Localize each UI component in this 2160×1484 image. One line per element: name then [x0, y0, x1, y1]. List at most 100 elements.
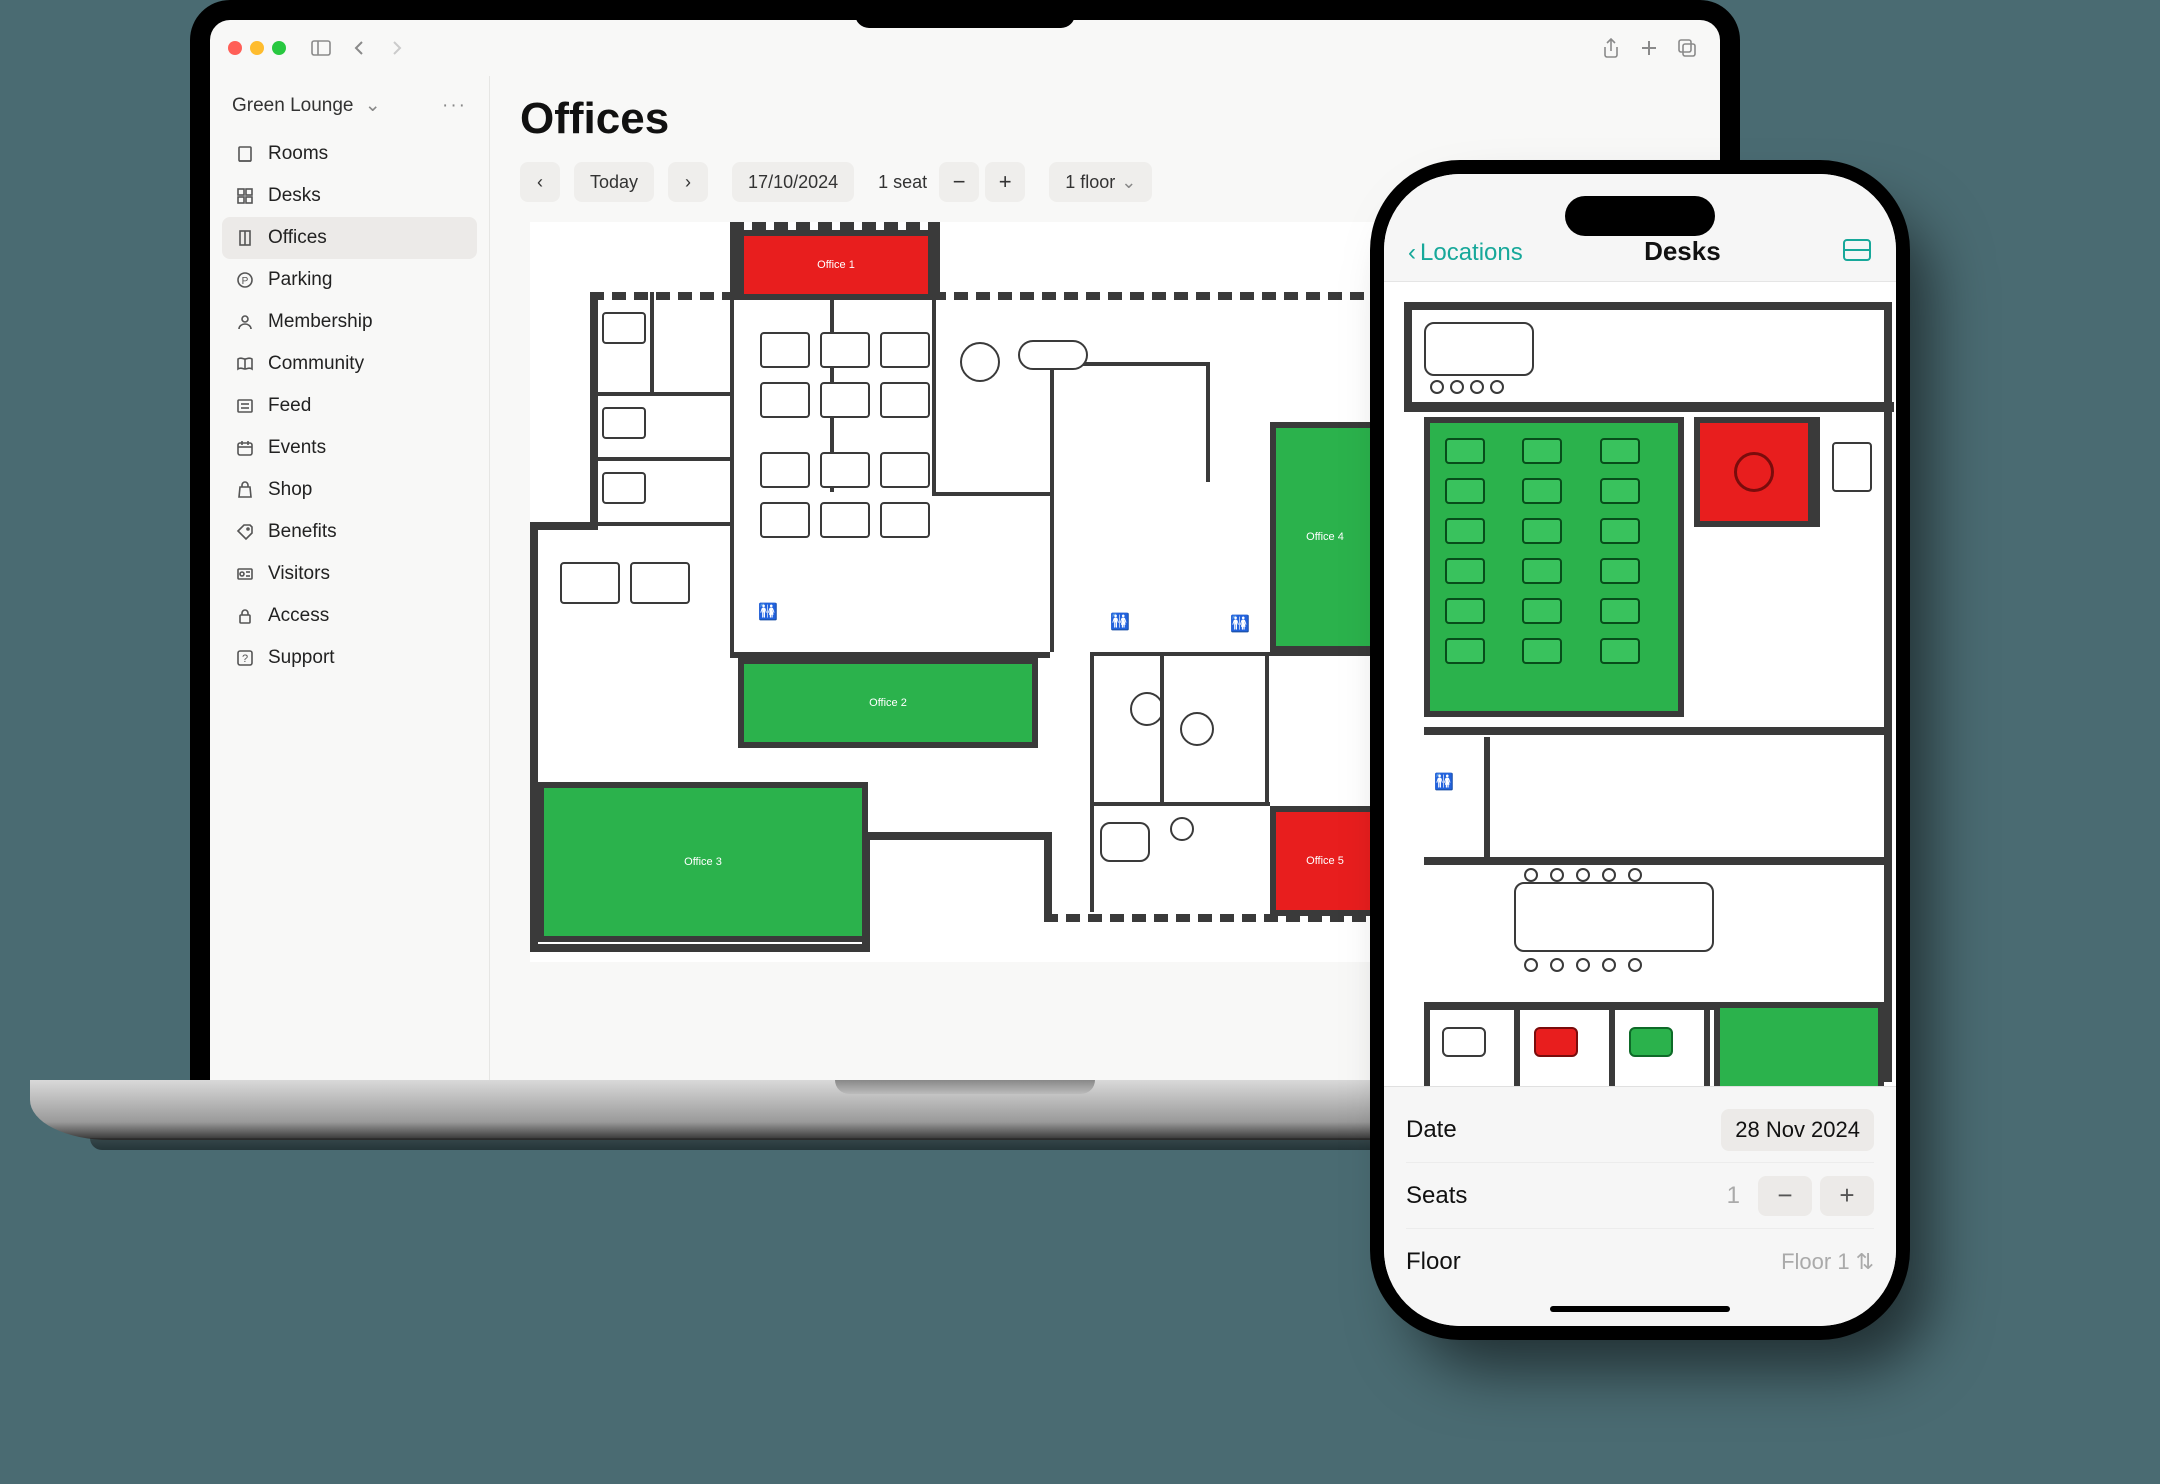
id-icon: [234, 563, 256, 585]
mobile-bottom-sheet: Date 28 Nov 2024 Seats 1 − + Floor Floor…: [1384, 1086, 1896, 1326]
copy-icon[interactable]: [1672, 33, 1702, 63]
office-label: Office 1: [817, 259, 855, 271]
office-1-zone[interactable]: Office 1: [738, 230, 934, 300]
traffic-lights[interactable]: [228, 41, 286, 55]
sidebar-item-feed[interactable]: Feed: [222, 385, 477, 427]
sidebar-item-visitors[interactable]: Visitors: [222, 553, 477, 595]
sidebar-item-offices[interactable]: Offices: [222, 217, 477, 259]
back-label: Locations: [1420, 239, 1523, 267]
book-icon: [234, 353, 256, 375]
seats-value: 1: [1727, 1182, 1740, 1210]
bag-icon: [234, 479, 256, 501]
dynamic-island: [1565, 196, 1715, 236]
nav-forward-icon[interactable]: [382, 33, 412, 63]
sidebar-item-label: Shop: [268, 479, 312, 501]
location-picker[interactable]: Green Lounge ⌄ ···: [222, 86, 477, 125]
window-titlebar: [210, 20, 1720, 76]
sidebar-item-label: Rooms: [268, 143, 328, 165]
seats-minus-button[interactable]: −: [1758, 1176, 1812, 1216]
row-floor[interactable]: Floor Floor 1 ⇅: [1406, 1229, 1874, 1295]
nav-back-icon[interactable]: [344, 33, 374, 63]
back-button[interactable]: ‹ Locations: [1408, 239, 1523, 267]
sidebar-item-membership[interactable]: Membership: [222, 301, 477, 343]
page-title: Offices: [520, 94, 1690, 144]
date-value[interactable]: 28 Nov 2024: [1721, 1109, 1874, 1151]
mobile-floor-plan[interactable]: 🚻: [1384, 282, 1896, 1086]
sidebar-item-label: Offices: [268, 227, 327, 249]
office-5-zone[interactable]: Office 5: [1270, 806, 1380, 916]
restroom-icon: 🚻: [1230, 614, 1250, 634]
sidebar-item-label: Benefits: [268, 521, 337, 543]
floor-value: Floor 1: [1781, 1249, 1849, 1275]
chevron-left-icon: ‹: [1408, 239, 1416, 267]
fullscreen-icon[interactable]: [272, 41, 286, 55]
office-icon: [234, 227, 256, 249]
sidebar-item-label: Feed: [268, 395, 311, 417]
calendar-icon: [234, 437, 256, 459]
desk-zone-green[interactable]: [1424, 417, 1684, 717]
sidebar-item-events[interactable]: Events: [222, 427, 477, 469]
sidebar-item-support[interactable]: ? Support: [222, 637, 477, 679]
sidebar-item-label: Membership: [268, 311, 373, 333]
seats-minus-button[interactable]: −: [939, 162, 979, 202]
office-4-zone[interactable]: Office 4: [1270, 422, 1380, 652]
seats-plus-button[interactable]: +: [985, 162, 1025, 202]
svg-text:?: ?: [242, 653, 248, 665]
row-seats: Seats 1 − +: [1406, 1163, 1874, 1229]
minimize-icon[interactable]: [250, 41, 264, 55]
tag-icon: [234, 521, 256, 543]
add-icon[interactable]: [1634, 33, 1664, 63]
next-day-button[interactable]: ›: [668, 162, 708, 202]
row-label: Seats: [1406, 1182, 1467, 1210]
restroom-icon: 🚻: [758, 602, 778, 622]
prev-day-button[interactable]: ‹: [520, 162, 560, 202]
sidebar: Green Lounge ⌄ ··· Rooms Desks: [210, 76, 490, 1085]
grid-icon: [234, 185, 256, 207]
mobile-app: ‹ Locations Desks: [1384, 174, 1896, 1326]
row-label: Date: [1406, 1116, 1457, 1144]
chevron-down-icon: ⌄: [1121, 172, 1136, 193]
sidebar-item-label: Visitors: [268, 563, 330, 585]
lounge-zone[interactable]: [1714, 1002, 1884, 1086]
sidebar-item-desks[interactable]: Desks: [222, 175, 477, 217]
sidebar-item-shop[interactable]: Shop: [222, 469, 477, 511]
sidebar-item-access[interactable]: Access: [222, 595, 477, 637]
close-icon[interactable]: [228, 41, 242, 55]
phone-mock: ‹ Locations Desks: [1370, 160, 1910, 1340]
sidebar-item-label: Events: [268, 437, 326, 459]
floor-label: 1 floor: [1065, 172, 1115, 193]
sidebar-item-label: Support: [268, 647, 335, 669]
office-label: Office 3: [684, 856, 722, 868]
today-button[interactable]: Today: [574, 162, 654, 202]
sidebar-item-label: Community: [268, 353, 364, 375]
sidebar-toggle-icon[interactable]: [306, 33, 336, 63]
door-icon: [234, 143, 256, 165]
sidebar-item-label: Desks: [268, 185, 321, 207]
updown-icon: ⇅: [1856, 1249, 1874, 1275]
location-name: Green Lounge: [232, 95, 354, 116]
restroom-icon: 🚻: [1110, 612, 1130, 632]
office-3-zone[interactable]: Office 3: [538, 782, 868, 942]
floor-picker[interactable]: 1 floor ⌄: [1049, 162, 1152, 202]
office-2-zone[interactable]: Office 2: [738, 658, 1038, 748]
date-picker[interactable]: 17/10/2024: [732, 162, 854, 202]
layout-toggle-icon[interactable]: [1842, 238, 1872, 267]
office-label: Office 4: [1306, 531, 1344, 543]
sidebar-item-community[interactable]: Community: [222, 343, 477, 385]
more-icon[interactable]: ···: [442, 95, 467, 117]
floor-plan[interactable]: Office 1 Office 2 Office 3 Office 4 Offi: [530, 222, 1390, 962]
row-date[interactable]: Date 28 Nov 2024: [1406, 1097, 1874, 1163]
row-label: Floor: [1406, 1248, 1461, 1276]
home-indicator: [1550, 1306, 1730, 1312]
share-icon[interactable]: [1596, 33, 1626, 63]
office-label: Office 5: [1306, 855, 1344, 867]
sidebar-item-parking[interactable]: P Parking: [222, 259, 477, 301]
person-icon: [234, 311, 256, 333]
sidebar-item-rooms[interactable]: Rooms: [222, 133, 477, 175]
desk-zone-red[interactable]: [1694, 417, 1814, 527]
sidebar-item-benefits[interactable]: Benefits: [222, 511, 477, 553]
mobile-page-title: Desks: [1644, 236, 1721, 267]
laptop-notch: [855, 0, 1075, 28]
seats-plus-button[interactable]: +: [1820, 1176, 1874, 1216]
seats-value: 1 seat: [878, 172, 927, 193]
